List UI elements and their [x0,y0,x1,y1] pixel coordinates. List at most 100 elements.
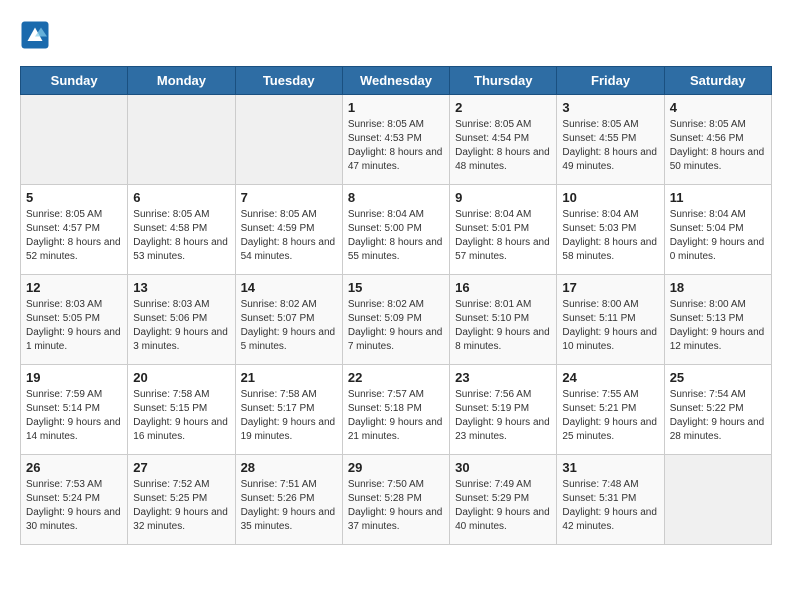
calendar-cell: 15Sunrise: 8:02 AM Sunset: 5:09 PM Dayli… [342,275,449,365]
day-info: Sunrise: 7:55 AM Sunset: 5:21 PM Dayligh… [562,388,658,444]
calendar-cell: 1 Sunrise: 8:05 AM Sunset: 4:53 PM Daylig… [342,95,449,185]
day-info: Sunrise: 7:57 AM Sunset: 5:18 PM Dayligh… [348,388,444,444]
calendar-cell: 30 Sunrise: 7:49 AM Sunset: 5:29 PM Dayli… [450,455,557,545]
day-number: 20 [133,370,229,385]
calendar-cell: 18 Sunrise: 8:00 AM Sunset: 5:13 PM Dayli… [664,275,771,365]
day-number: 15 [348,280,444,295]
day-info: Sunrise: 8:05 AM Sunset: 4:54 PM Dayligh… [455,118,551,174]
day-number: 28 [241,460,337,475]
day-info: Sunrise: 8:03 AM Sunset: 5:05 PM Dayligh… [26,298,122,354]
day-info: Sunrise: 8:03 AM Sunset: 5:06 PM Dayligh… [133,298,229,354]
weekday-header-monday: Monday [128,67,235,95]
weekday-header-thursday: Thursday [450,67,557,95]
day-number: 27 [133,460,229,475]
calendar-cell: 5 Sunrise: 8:05 AM Sunset: 4:57 PM Daylig… [21,185,128,275]
day-number: 4 [670,100,766,115]
day-number: 31 [562,460,658,475]
day-info: Sunrise: 7:58 AM Sunset: 5:17 PM Dayligh… [241,388,337,444]
day-number: 2 [455,100,551,115]
day-number: 11 [670,190,766,205]
calendar-body: 1 Sunrise: 8:05 AM Sunset: 4:53 PM Daylig… [21,95,772,545]
day-number: 16 [455,280,551,295]
day-info: Sunrise: 7:58 AM Sunset: 5:15 PM Dayligh… [133,388,229,444]
day-number: 9 [455,190,551,205]
calendar-cell: 21Sunrise: 7:58 AM Sunset: 5:17 PM Dayli… [235,365,342,455]
weekday-header-friday: Friday [557,67,664,95]
calendar-cell: 28 Sunrise: 7:51 AM Sunset: 5:26 PM Dayli… [235,455,342,545]
calendar-cell: 11 Sunrise: 8:04 AM Sunset: 5:04 PM Dayli… [664,185,771,275]
day-info: Sunrise: 7:59 AM Sunset: 5:14 PM Dayligh… [26,388,122,444]
day-info: Sunrise: 8:04 AM Sunset: 5:01 PM Dayligh… [455,208,551,264]
page-header [20,20,772,50]
day-info: Sunrise: 7:53 AM Sunset: 5:24 PM Dayligh… [26,478,122,534]
calendar-cell [664,455,771,545]
day-info: Sunrise: 7:48 AM Sunset: 5:31 PM Dayligh… [562,478,658,534]
day-info: Sunrise: 8:05 AM Sunset: 4:53 PM Dayligh… [348,118,444,174]
calendar-week-2: 5 Sunrise: 8:05 AM Sunset: 4:57 PM Daylig… [21,185,772,275]
day-number: 18 [670,280,766,295]
day-info: Sunrise: 8:04 AM Sunset: 5:04 PM Dayligh… [670,208,766,264]
calendar-week-4: 19 Sunrise: 7:59 AM Sunset: 5:14 PM Dayli… [21,365,772,455]
calendar-cell: 22 Sunrise: 7:57 AM Sunset: 5:18 PM Dayli… [342,365,449,455]
calendar-cell: 9 Sunrise: 8:04 AM Sunset: 5:01 PM Daylig… [450,185,557,275]
day-number: 22 [348,370,444,385]
day-info: Sunrise: 8:05 AM Sunset: 4:57 PM Dayligh… [26,208,122,264]
calendar-table: SundayMondayTuesdayWednesdayThursdayFrid… [20,66,772,545]
day-info: Sunrise: 8:04 AM Sunset: 5:03 PM Dayligh… [562,208,658,264]
day-info: Sunrise: 7:54 AM Sunset: 5:22 PM Dayligh… [670,388,766,444]
calendar-header-row: SundayMondayTuesdayWednesdayThursdayFrid… [21,67,772,95]
calendar-cell: 10 Sunrise: 8:04 AM Sunset: 5:03 PM Dayli… [557,185,664,275]
day-number: 5 [26,190,122,205]
weekday-header-sunday: Sunday [21,67,128,95]
calendar-cell: 12 Sunrise: 8:03 AM Sunset: 5:05 PM Dayli… [21,275,128,365]
day-info: Sunrise: 8:05 AM Sunset: 4:56 PM Dayligh… [670,118,766,174]
day-number: 17 [562,280,658,295]
calendar-cell: 24 Sunrise: 7:55 AM Sunset: 5:21 PM Dayli… [557,365,664,455]
day-info: Sunrise: 8:04 AM Sunset: 5:00 PM Dayligh… [348,208,444,264]
calendar-cell: 26 Sunrise: 7:53 AM Sunset: 5:24 PM Dayli… [21,455,128,545]
day-number: 29 [348,460,444,475]
calendar-cell: 23 Sunrise: 7:56 AM Sunset: 5:19 PM Dayli… [450,365,557,455]
logo [20,20,54,50]
day-number: 3 [562,100,658,115]
day-info: Sunrise: 7:56 AM Sunset: 5:19 PM Dayligh… [455,388,551,444]
logo-icon [20,20,50,50]
day-number: 26 [26,460,122,475]
day-info: Sunrise: 7:51 AM Sunset: 5:26 PM Dayligh… [241,478,337,534]
day-number: 23 [455,370,551,385]
calendar-cell [21,95,128,185]
day-info: Sunrise: 8:05 AM Sunset: 4:59 PM Dayligh… [241,208,337,264]
day-info: Sunrise: 8:01 AM Sunset: 5:10 PM Dayligh… [455,298,551,354]
calendar-cell: 25Sunrise: 7:54 AM Sunset: 5:22 PM Dayli… [664,365,771,455]
day-info: Sunrise: 7:49 AM Sunset: 5:29 PM Dayligh… [455,478,551,534]
day-info: Sunrise: 8:05 AM Sunset: 4:58 PM Dayligh… [133,208,229,264]
day-info: Sunrise: 8:00 AM Sunset: 5:11 PM Dayligh… [562,298,658,354]
day-number: 19 [26,370,122,385]
day-info: Sunrise: 8:02 AM Sunset: 5:07 PM Dayligh… [241,298,337,354]
weekday-header-tuesday: Tuesday [235,67,342,95]
day-number: 1 [348,100,444,115]
calendar-cell: 4 Sunrise: 8:05 AM Sunset: 4:56 PM Daylig… [664,95,771,185]
day-info: Sunrise: 8:05 AM Sunset: 4:55 PM Dayligh… [562,118,658,174]
calendar-cell [235,95,342,185]
calendar-cell: 20 Sunrise: 7:58 AM Sunset: 5:15 PM Dayli… [128,365,235,455]
calendar-cell: 2 Sunrise: 8:05 AM Sunset: 4:54 PM Daylig… [450,95,557,185]
calendar-cell: 17 Sunrise: 8:00 AM Sunset: 5:11 PM Dayli… [557,275,664,365]
day-number: 10 [562,190,658,205]
day-number: 14 [241,280,337,295]
day-info: Sunrise: 8:00 AM Sunset: 5:13 PM Dayligh… [670,298,766,354]
calendar-week-3: 12 Sunrise: 8:03 AM Sunset: 5:05 PM Dayli… [21,275,772,365]
calendar-week-1: 1 Sunrise: 8:05 AM Sunset: 4:53 PM Daylig… [21,95,772,185]
day-number: 12 [26,280,122,295]
weekday-header-saturday: Saturday [664,67,771,95]
calendar-cell: 16 Sunrise: 8:01 AM Sunset: 5:10 PM Dayli… [450,275,557,365]
calendar-cell: 7Sunrise: 8:05 AM Sunset: 4:59 PM Daylig… [235,185,342,275]
calendar-cell: 6Sunrise: 8:05 AM Sunset: 4:58 PM Daylig… [128,185,235,275]
weekday-header-wednesday: Wednesday [342,67,449,95]
day-number: 30 [455,460,551,475]
day-info: Sunrise: 7:52 AM Sunset: 5:25 PM Dayligh… [133,478,229,534]
day-info: Sunrise: 7:50 AM Sunset: 5:28 PM Dayligh… [348,478,444,534]
calendar-cell: 14 Sunrise: 8:02 AM Sunset: 5:07 PM Dayli… [235,275,342,365]
day-number: 24 [562,370,658,385]
day-number: 8 [348,190,444,205]
